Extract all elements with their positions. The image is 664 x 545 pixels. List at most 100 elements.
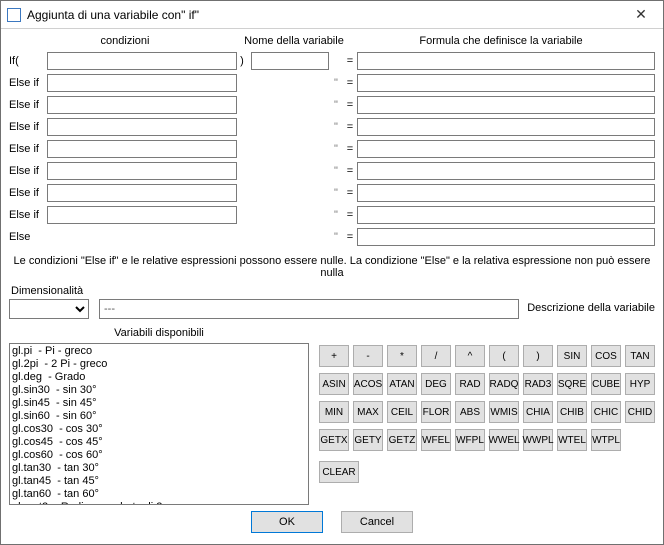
key-cube-button[interactable]: CUBE [591,373,621,395]
list-item[interactable]: gl.tan45 - tan 45° [12,475,306,488]
row-else: Else " = [9,227,655,247]
formula-input-7[interactable] [357,206,655,224]
key-chid-button[interactable]: CHID [625,401,655,423]
key-acos-button[interactable]: ACOS [353,373,383,395]
condition-input-1[interactable] [47,74,237,92]
condition-input-2[interactable] [47,96,237,114]
key-radq-button[interactable]: RADQ [489,373,519,395]
key-wwpl-button[interactable]: WWPL [523,429,553,451]
equals-sign: = [343,165,357,177]
description-field[interactable]: --- [99,299,519,319]
key-chia-button[interactable]: CHIA [523,401,553,423]
condition-input-5[interactable] [47,162,237,180]
formula-input-3[interactable] [357,118,655,136]
key-wmis-button[interactable]: WMIS [489,401,519,423]
list-item[interactable]: gl.sin45 - sin 45° [12,397,306,410]
list-item[interactable]: gl.cos60 - cos 60° [12,449,306,462]
key-op-button[interactable]: ) [523,345,553,367]
close-button[interactable]: ✕ [619,1,663,29]
row-elseif-5: Else if " = [9,161,655,181]
row-elseif-6: Else if " = [9,183,655,203]
key-getz-button[interactable]: GETZ [387,429,417,451]
key-SIN-button[interactable]: SIN [557,345,587,367]
list-item[interactable]: gl.2pi - 2 Pi - greco [12,358,306,371]
equals-sign: = [343,99,357,111]
key-ceil-button[interactable]: CEIL [387,401,417,423]
dimensionality-select[interactable] [9,299,89,319]
row-elseif-7: Else if " = [9,205,655,225]
ok-button[interactable]: OK [251,511,323,533]
formula-input-else[interactable] [357,228,655,246]
row-elseif-2: Else if " = [9,95,655,115]
formula-input-2[interactable] [357,96,655,114]
row-label: Else [9,231,47,243]
quote-mark: " [329,209,343,221]
key-getx-button[interactable]: GETX [319,429,349,451]
key-chib-button[interactable]: CHIB [557,401,587,423]
cancel-button[interactable]: Cancel [341,511,413,533]
key-op-button[interactable]: / [421,345,451,367]
key-hyp-button[interactable]: HYP [625,373,655,395]
formula-input-0[interactable] [357,52,655,70]
key-op-button[interactable]: ( [489,345,519,367]
key-wfel-button[interactable]: WFEL [421,429,451,451]
key-rad-button[interactable]: RAD [455,373,485,395]
key-abs-button[interactable]: ABS [455,401,485,423]
clear-button[interactable]: CLEAR [319,461,359,483]
equals-sign: = [343,209,357,221]
key-wtpl-button[interactable]: WTPL [591,429,621,451]
key-COS-button[interactable]: COS [591,345,621,367]
window-title: Aggiunta di una variabile con" if" [27,8,199,22]
list-item[interactable]: gl.sqrt2 - Radice quadrata di 2 [12,501,306,505]
key-sqre-button[interactable]: SQRE [557,373,587,395]
dialog-window: Aggiunta di una variabile con" if" ✕ con… [0,0,664,545]
key-op-button[interactable]: ^ [455,345,485,367]
quote-mark: " [329,77,343,89]
condition-input-4[interactable] [47,140,237,158]
key-wwel-button[interactable]: WWEL [489,429,519,451]
list-item[interactable]: gl.pi - Pi - greco [12,345,306,358]
row-label: Else if [9,77,47,89]
key-atan-button[interactable]: ATAN [387,373,417,395]
condition-input-3[interactable] [47,118,237,136]
description-label: Descrizione della variabile [527,302,655,314]
key-wtel-button[interactable]: WTEL [557,429,587,451]
key-max-button[interactable]: MAX [353,401,383,423]
formula-input-6[interactable] [357,184,655,202]
key-rad3-button[interactable]: RAD3 [523,373,553,395]
key-min-button[interactable]: MIN [319,401,349,423]
row-elseif-4: Else if " = [9,139,655,159]
list-item[interactable]: gl.tan30 - tan 30° [12,462,306,475]
key-asin-button[interactable]: ASIN [319,373,349,395]
keypad: +-*/^()SINCOSTAN ASINACOSATANDEGRADRADQR… [319,343,655,505]
list-item[interactable]: gl.sin60 - sin 60° [12,410,306,423]
list-item[interactable]: gl.tan60 - tan 60° [12,488,306,501]
key-deg-button[interactable]: DEG [421,373,451,395]
close-paren: ) [237,55,247,67]
list-item[interactable]: gl.sin30 - sin 30° [12,384,306,397]
formula-input-5[interactable] [357,162,655,180]
quote-mark: " [329,143,343,155]
key-op-button[interactable]: + [319,345,349,367]
close-icon: ✕ [635,6,647,23]
varname-input[interactable] [251,52,329,70]
available-vars-list[interactable]: gl.pi - Pi - grecogl.2pi - 2 Pi - grecog… [9,343,309,505]
key-wfpl-button[interactable]: WFPL [455,429,485,451]
key-gety-button[interactable]: GETY [353,429,383,451]
condition-input-0[interactable] [47,52,237,70]
condition-input-7[interactable] [47,206,237,224]
list-item[interactable]: gl.deg - Grado [12,371,306,384]
formula-input-1[interactable] [357,74,655,92]
condition-input-6[interactable] [47,184,237,202]
key-flor-button[interactable]: FLOR [421,401,451,423]
formula-input-4[interactable] [357,140,655,158]
row-label: Else if [9,121,47,133]
header-conditions: condizioni [9,35,241,47]
key-op-button[interactable]: * [387,345,417,367]
key-op-button[interactable]: - [353,345,383,367]
list-item[interactable]: gl.cos30 - cos 30° [12,423,306,436]
key-chic-button[interactable]: CHIC [591,401,621,423]
list-item[interactable]: gl.cos45 - cos 45° [12,436,306,449]
key-TAN-button[interactable]: TAN [625,345,655,367]
row-elseif-1: Else if " = [9,73,655,93]
